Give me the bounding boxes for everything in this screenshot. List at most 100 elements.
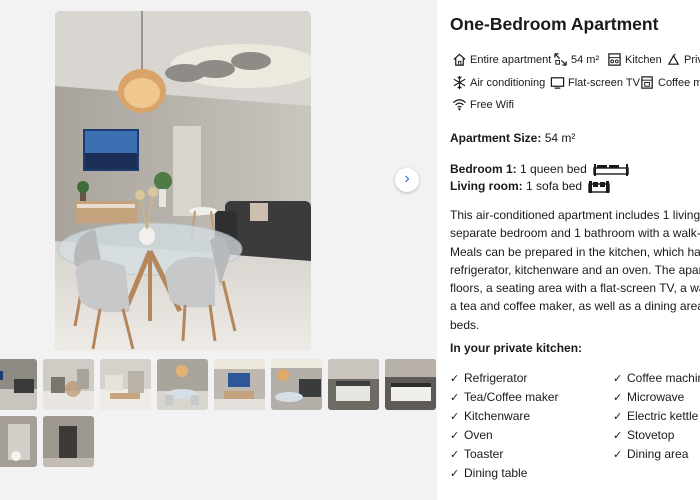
facility-label: Priv (684, 53, 700, 66)
thumbnail-image (385, 359, 436, 410)
check-icon: ✓ (613, 429, 623, 442)
apartment-description: This air-conditioned apartment includes … (450, 206, 700, 334)
size-icon (554, 53, 567, 66)
facility-label: Coffee ma (658, 76, 700, 89)
facility-kitchen: Kitchen (607, 52, 662, 67)
facility-label: Air conditioning (470, 76, 546, 89)
apartment-size-value: 54 m² (544, 131, 576, 145)
check-icon: ✓ (613, 448, 623, 461)
bedroom-1-label: Bedroom 1: (450, 162, 517, 176)
apartment-size: Apartment Size: 54 m² (450, 131, 575, 145)
thumbnail-image (328, 359, 379, 410)
check-icon: ✓ (450, 467, 460, 480)
coffee-icon (641, 76, 653, 89)
kitchen-item-label: Dining area (627, 447, 689, 461)
tv-icon (550, 77, 565, 89)
check-icon: ✓ (450, 429, 460, 442)
photo-thumbnail[interactable] (43, 359, 94, 410)
kitchen-item-label: Stovetop (627, 428, 675, 442)
facility-size: 54 m² (553, 52, 599, 67)
thumbnail-image (214, 359, 265, 410)
kitchen-heading: In your private kitchen: (450, 341, 583, 355)
check-icon: ✓ (613, 372, 623, 385)
living-room-label: Living room: (450, 179, 523, 193)
kitchen-item-label: Oven (464, 428, 493, 442)
thumbnail-image (43, 416, 94, 467)
facility-label: Free Wifi (470, 98, 514, 111)
house-icon (453, 53, 466, 66)
thumbnail-image (0, 416, 37, 467)
photo-thumbnail[interactable] (214, 359, 265, 410)
description-line: floors, a seating area with a flat-scree… (450, 281, 700, 296)
kitchen-item: ✓ Toaster (450, 447, 503, 461)
kitchen-item: ✓ Dining area (613, 447, 688, 461)
wifi-icon (452, 99, 467, 111)
description-line: a tea and coffee maker, as well as a din… (450, 299, 700, 314)
facility-entire-apartment: Entire apartment (452, 52, 551, 67)
description-line: Meals can be prepared in the kitchen, wh… (450, 244, 700, 259)
facility-air-conditioning: Air conditioning (452, 75, 545, 90)
kitchen-item-label: Toaster (464, 447, 504, 461)
photo-thumbnail[interactable] (157, 359, 208, 410)
private-icon (667, 53, 680, 65)
kitchen-item: ✓ Dining table (450, 466, 527, 480)
property-details: One-Bedroom Apartment Entire apartment 5… (450, 0, 700, 500)
snowflake-icon (453, 75, 466, 90)
facility-label: Flat-screen TV (568, 76, 640, 89)
facility-label: Entire apartment (470, 53, 552, 66)
photo-thumbnail[interactable] (100, 359, 151, 410)
kitchen-item: ✓ Coffee machin (613, 371, 700, 385)
photo-thumbnail[interactable] (0, 416, 37, 467)
kitchen-item: ✓ Tea/Coffee maker (450, 390, 559, 404)
description-line: separate bedroom and 1 bathroom with a w… (450, 226, 700, 241)
photo-thumbnail[interactable] (385, 359, 436, 410)
apartment-size-label: Apartment Size: (450, 131, 542, 145)
check-icon: ✓ (450, 410, 460, 423)
kitchen-item: ✓ Kitchenware (450, 409, 530, 423)
description-line: This air-conditioned apartment includes … (450, 208, 700, 222)
thumbnail-image (43, 359, 94, 410)
page-title: One-Bedroom Apartment (450, 14, 659, 34)
check-icon: ✓ (450, 448, 460, 461)
kitchen-icon (608, 53, 621, 66)
queen-bed-icon (593, 163, 629, 176)
facility-label: Kitchen (625, 53, 662, 66)
living-room-info: Living room: 1 sofa bed (450, 179, 611, 194)
kitchen-item-label: Coffee machin (627, 371, 700, 385)
next-photo-button[interactable]: › (395, 168, 419, 192)
kitchen-item-label: Dining table (464, 466, 528, 480)
kitchen-item-label: Tea/Coffee maker (464, 390, 559, 404)
kitchen-item-label: Refrigerator (464, 371, 528, 385)
kitchen-item: ✓ Electric kettle (613, 409, 698, 423)
facility-private: Priv (666, 52, 700, 67)
kitchen-item: ✓ Microwave (613, 390, 684, 404)
kitchen-item: ✓ Refrigerator (450, 371, 527, 385)
living-room-value: 1 sofa bed (526, 179, 583, 193)
photo-thumbnail[interactable] (328, 359, 379, 410)
description-line: beds. (450, 317, 480, 332)
facility-flat-screen-tv: Flat-screen TV (550, 75, 640, 90)
facility-label: 54 m² (571, 53, 600, 66)
kitchen-item-label: Kitchenware (464, 409, 531, 423)
photo-thumbnail[interactable] (271, 359, 322, 410)
thumbnail-image (271, 359, 322, 410)
thumbnail-image (157, 359, 208, 410)
bedroom-1-info: Bedroom 1: 1 queen bed (450, 162, 629, 177)
check-icon: ✓ (613, 410, 623, 423)
kitchen-item: ✓ Oven (450, 428, 493, 442)
bedroom-1-value: 1 queen bed (520, 162, 587, 176)
thumbnail-image (100, 359, 151, 410)
check-icon: ✓ (450, 372, 460, 385)
check-icon: ✓ (450, 391, 460, 404)
kitchen-item-label: Microwave (627, 390, 685, 404)
photo-thumbnail[interactable] (43, 416, 94, 467)
facility-free-wifi: Free Wifi (452, 97, 514, 112)
thumbnail-image (0, 359, 37, 410)
kitchen-item-label: Electric kettle (627, 409, 699, 423)
description-line: refrigerator, kitchenware and an oven. T… (450, 262, 700, 277)
photo-thumbnail[interactable] (0, 359, 37, 410)
check-icon: ✓ (613, 391, 623, 404)
main-photo[interactable] (55, 11, 311, 351)
sofa-bed-icon (588, 180, 611, 193)
facility-coffee-maker: Coffee ma (640, 75, 700, 90)
